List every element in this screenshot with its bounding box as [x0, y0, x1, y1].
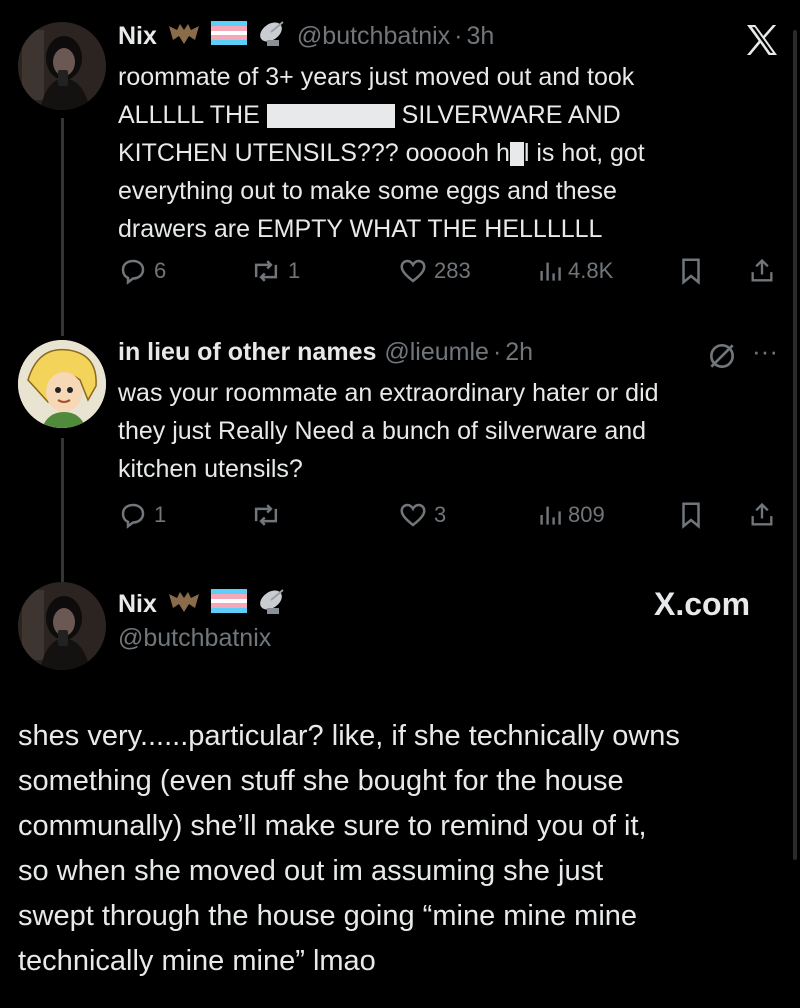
- bat-emoji-icon: [167, 588, 201, 621]
- author-handle[interactable]: @butchbatnix: [118, 624, 271, 653]
- action-bar: 6 1 283 4.8K: [118, 256, 788, 290]
- text-line: communally) she’ll make sure to remind y…: [18, 810, 647, 842]
- reply-icon: [121, 503, 145, 529]
- thread-line: [61, 438, 64, 598]
- text-fragment: KITCHEN UTENSILS??? oooooh h: [118, 139, 510, 167]
- transgender-flag-icon: [210, 21, 247, 52]
- repost-icon: [254, 260, 278, 282]
- text-line: was your roommate an extraordinary hater…: [118, 379, 659, 407]
- text-line: they just Really Need a bunch of silverw…: [118, 417, 647, 445]
- bat-emoji-icon: [167, 20, 201, 53]
- redaction-bar: [509, 142, 524, 167]
- views-icon: [540, 262, 561, 281]
- views-icon: [540, 506, 561, 525]
- avatar-photo: [18, 22, 106, 110]
- avatar-photo: [18, 582, 106, 670]
- author-row: Nix: [118, 586, 289, 623]
- author-handle[interactable]: @butchbatnix: [297, 22, 450, 51]
- views-button[interactable]: 4.8K: [538, 256, 613, 286]
- repost-button[interactable]: [250, 500, 282, 530]
- tweet-reply: in lieu of other names @lieumle · 2h ···…: [0, 320, 800, 598]
- reply-icon: [121, 259, 145, 285]
- action-bar: 1 3 809: [118, 500, 788, 534]
- text-line: shes very......particular? like, if she …: [18, 720, 680, 752]
- author-row: Nix @butchbatnix · 3h: [118, 18, 494, 55]
- repost-button[interactable]: 1: [250, 256, 300, 286]
- bookmark-icon: [682, 502, 700, 529]
- avatar[interactable]: [18, 582, 106, 670]
- text-line: swept through the house going “mine mine…: [18, 900, 638, 932]
- views-count: 4.8K: [568, 258, 614, 283]
- share-button[interactable]: [748, 500, 776, 530]
- transgender-flag-icon: [210, 589, 247, 620]
- text-line: kitchen utensils?: [118, 455, 303, 483]
- text-line: everything out to make some eggs and the…: [118, 177, 617, 205]
- avatar[interactable]: [18, 22, 106, 110]
- heart-icon: [400, 259, 426, 283]
- tweet-text: roommate of 3+ years just moved out and …: [118, 58, 778, 248]
- redaction-bar: [266, 104, 395, 129]
- author-name[interactable]: Nix: [118, 590, 157, 619]
- thread-line: [61, 118, 64, 336]
- tweet-focused: Nix @butchbatnix X.com shes very......pa…: [0, 580, 800, 1008]
- share-icon: [751, 502, 773, 526]
- grok-icon[interactable]: [706, 340, 738, 377]
- more-options-button[interactable]: ···: [752, 336, 778, 367]
- like-button[interactable]: 283: [398, 256, 471, 286]
- separator-dot: ·: [492, 338, 502, 366]
- text-fragment: l is hot, got: [523, 139, 645, 167]
- text-line: so when she moved out im assuming she ju…: [18, 855, 604, 887]
- timestamp[interactable]: 2h: [505, 338, 533, 367]
- share-icon: [751, 258, 773, 282]
- site-watermark: X.com: [654, 586, 751, 622]
- heart-icon: [400, 503, 426, 527]
- author-row: in lieu of other names @lieumle · 2h: [118, 338, 533, 367]
- bookmark-button[interactable]: [678, 500, 704, 530]
- share-button[interactable]: [748, 256, 776, 286]
- reply-button[interactable]: 1: [118, 500, 166, 530]
- repost-count: 1: [288, 258, 301, 283]
- views-button[interactable]: 809: [538, 500, 605, 530]
- like-count: 283: [434, 258, 471, 283]
- satellite-dish-icon: [257, 18, 289, 55]
- author-name[interactable]: in lieu of other names: [118, 338, 376, 367]
- views-count: 809: [568, 502, 605, 527]
- text-fragment: SILVERWARE AND: [401, 101, 621, 129]
- text-line: ALLLLL THE SILVERWARE AND: [118, 96, 778, 134]
- reply-count: 6: [154, 258, 167, 283]
- reply-button[interactable]: 6: [118, 256, 166, 286]
- satellite-dish-icon: [257, 586, 289, 623]
- text-line: drawers are EMPTY WHAT THE HELLLLLL: [118, 215, 603, 243]
- avatar-cartoon: [18, 340, 106, 428]
- scrollbar[interactable]: [793, 30, 797, 860]
- text-line: something (even stuff she bought for the…: [18, 765, 624, 797]
- bookmark-button[interactable]: [678, 256, 704, 286]
- tweet-text: shes very......particular? like, if she …: [18, 714, 788, 984]
- author-handle[interactable]: @lieumle: [384, 338, 489, 367]
- separator-dot: ·: [454, 22, 463, 50]
- text-fragment: ALLLLL THE: [118, 101, 260, 129]
- repost-icon: [254, 504, 278, 526]
- text-line: KITCHEN UTENSILS??? oooooh h l is hot, go…: [118, 134, 778, 172]
- text-line: technically mine mine” lmao: [18, 945, 376, 977]
- reply-count: 1: [154, 502, 167, 527]
- tweet-original: Nix @butchbatnix · 3h roommate of 3+ yea…: [0, 0, 800, 336]
- avatar[interactable]: [18, 340, 106, 428]
- tweet-text: was your roommate an extraordinary hater…: [118, 374, 778, 488]
- author-name[interactable]: Nix: [118, 22, 157, 51]
- text-line: roommate of 3+ years just moved out and …: [118, 63, 635, 91]
- bookmark-icon: [682, 258, 700, 285]
- like-button[interactable]: 3: [398, 500, 446, 530]
- timestamp[interactable]: 3h: [466, 22, 494, 51]
- like-count: 3: [434, 502, 447, 527]
